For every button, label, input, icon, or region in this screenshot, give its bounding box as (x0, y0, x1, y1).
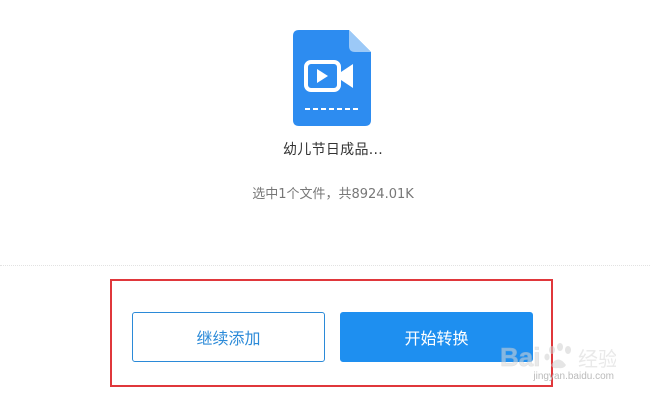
watermark-url: jingyan.baidu.com (533, 371, 614, 382)
video-file-icon (293, 30, 371, 126)
baidu-watermark-logo: Bai 经验 (500, 342, 616, 373)
file-selection-summary: 选中1个文件，共8924.01K (252, 187, 414, 202)
converter-panel: 幼儿节日成品... 选中1个文件，共8924.01K 继续添加 开始转换 Bai… (0, 0, 650, 400)
svg-text:经验: 经验 (578, 348, 616, 371)
divider (0, 265, 650, 266)
svg-text:Bai: Bai (500, 342, 540, 372)
file-name: 幼儿节日成品... (282, 142, 384, 158)
continue-add-button[interactable]: 继续添加 (132, 312, 325, 362)
